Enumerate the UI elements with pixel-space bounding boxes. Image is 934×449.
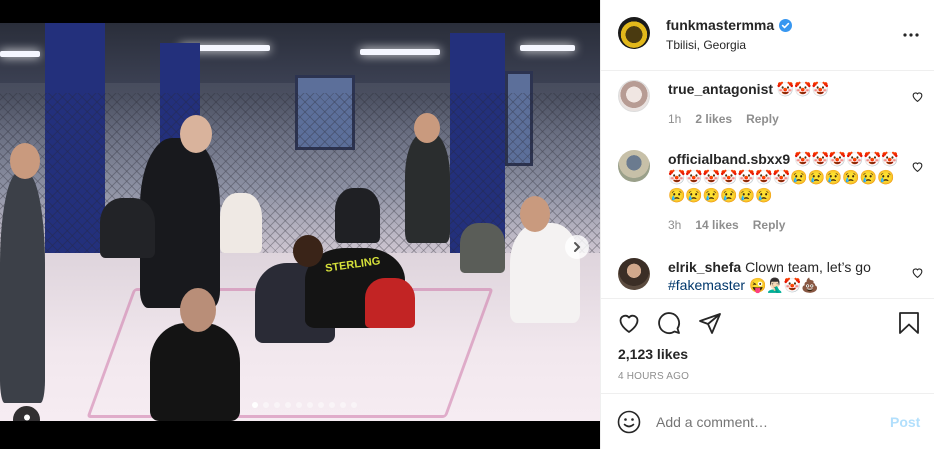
seated-athlete <box>460 223 505 273</box>
heart-icon[interactable] <box>617 311 641 335</box>
comment-composer: Post <box>601 393 934 449</box>
comment-like-icon[interactable] <box>911 266 924 279</box>
comment-time[interactable]: 3h <box>668 218 681 232</box>
post-header: funkmastermma Tbilisi, Georgia <box>601 0 934 71</box>
user-tag-icon <box>23 414 30 420</box>
comment-username[interactable]: elrik_shefa <box>668 259 741 275</box>
carousel-next-button[interactable] <box>565 235 589 259</box>
reply-button[interactable]: Reply <box>753 218 786 232</box>
comment-item: elrik_shefa Clown team, let’s go #fakema… <box>601 256 934 296</box>
head <box>520 196 550 232</box>
commenter-avatar[interactable] <box>618 80 650 112</box>
post-comment-button[interactable]: Post <box>890 414 920 430</box>
head <box>10 143 40 179</box>
ceiling-light <box>520 45 575 51</box>
seated-athlete <box>100 198 155 258</box>
chevron-right-icon <box>574 242 581 252</box>
post-actions: 2,123 likes 4 HOURS AGO <box>601 298 934 393</box>
post-media: STERLING <box>0 0 600 449</box>
post-side-panel: funkmastermma Tbilisi, Georgia true_anta… <box>600 0 934 449</box>
carousel-dot <box>296 402 302 408</box>
head <box>414 113 440 143</box>
red-shorts <box>365 278 415 328</box>
likes-count[interactable]: 2,123 likes <box>618 346 688 362</box>
head <box>180 288 216 332</box>
comment-username[interactable]: officialband.sbxx9 <box>668 151 790 167</box>
commenter-avatar[interactable] <box>618 258 650 290</box>
comment-likes[interactable]: 14 likes <box>695 218 738 232</box>
carousel-dot <box>307 402 313 408</box>
comment-text: 🤡🤡🤡 <box>776 81 830 97</box>
post-photo[interactable]: STERLING <box>0 23 600 421</box>
author-username[interactable]: funkmastermma <box>666 17 774 33</box>
bookmark-icon[interactable] <box>898 311 920 335</box>
comment-likes[interactable]: 2 likes <box>695 112 732 126</box>
carousel-dot <box>318 402 324 408</box>
ceiling-light <box>360 49 440 55</box>
seated-athlete <box>335 188 380 243</box>
comment-time[interactable]: 1h <box>668 112 681 126</box>
reply-button[interactable]: Reply <box>746 112 779 126</box>
comment-emojis: 😜🤦🏻‍♂️🤡💩 <box>748 277 819 293</box>
comment-icon[interactable] <box>657 311 681 335</box>
comment-item: officialband.sbxx9 🤡🤡🤡🤡🤡🤡🤡🤡🤡🤡🤡🤡🤡😢😢😢😢😢😢😢😢… <box>601 150 934 240</box>
ceiling-light <box>0 51 40 57</box>
carousel-dot <box>351 402 357 408</box>
head <box>180 115 212 153</box>
share-icon[interactable] <box>698 311 722 335</box>
comment-input[interactable] <box>656 412 876 432</box>
carousel-dot <box>274 402 280 408</box>
comment-item: true_antagonist 🤡🤡🤡 1h 2 likes Reply <box>601 80 934 140</box>
comment-like-icon[interactable] <box>911 160 924 173</box>
carousel-dot <box>252 402 258 408</box>
carousel-dot <box>329 402 335 408</box>
post-location[interactable]: Tbilisi, Georgia <box>666 38 746 52</box>
comment-username[interactable]: true_antagonist <box>668 81 773 97</box>
carousel-dot <box>340 402 346 408</box>
commenter-avatar[interactable] <box>618 150 650 182</box>
head <box>293 235 323 267</box>
comment-like-icon[interactable] <box>911 90 924 103</box>
spectator-left <box>0 173 45 403</box>
carousel-dot <box>263 402 269 408</box>
hashtag-link[interactable]: #fakemaster <box>668 277 745 293</box>
post-timestamp[interactable]: 4 HOURS AGO <box>618 371 689 382</box>
comment-text: Clown team, let’s go <box>745 259 871 275</box>
emoji-icon[interactable] <box>617 410 641 434</box>
verified-badge-icon <box>779 18 793 32</box>
foreground-athlete <box>150 323 240 421</box>
carousel-indicator <box>252 402 357 408</box>
seated-athlete <box>220 193 262 253</box>
standing-athlete <box>405 133 450 243</box>
author-avatar[interactable] <box>618 17 650 49</box>
carousel-dot <box>285 402 291 408</box>
more-options-button[interactable] <box>901 27 921 43</box>
more-options-icon <box>903 33 919 37</box>
